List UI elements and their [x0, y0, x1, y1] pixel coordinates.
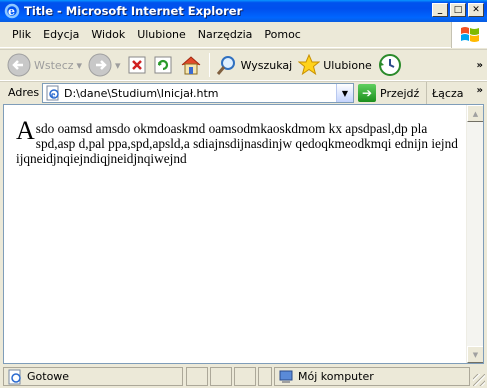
ie-icon: e	[4, 3, 20, 19]
links-toolbar[interactable]: Łącza	[426, 82, 464, 104]
page-content[interactable]: Asdo oamsd amsdo okmdoaskmd oamsodmkaosk…	[3, 104, 484, 364]
close-icon: ✕	[472, 4, 480, 15]
forward-arrow-icon	[88, 53, 112, 77]
go-arrow-icon: ➔	[358, 84, 376, 102]
status-pane-extra	[258, 367, 272, 386]
resize-grip-icon[interactable]	[473, 374, 485, 386]
search-icon	[216, 56, 235, 75]
svg-text:e: e	[8, 5, 15, 18]
refresh-button[interactable]	[150, 51, 176, 79]
status-pane-privacy	[234, 367, 256, 386]
forward-dropdown-icon[interactable]: ▾	[115, 59, 121, 72]
document-body: Asdo oamsd amsdo okmdoaskmd oamsodmkaosk…	[16, 116, 461, 167]
history-icon	[378, 54, 401, 76]
refresh-icon	[154, 56, 172, 74]
menu-help[interactable]: Pomoc	[258, 28, 306, 41]
toolbar-more-icon[interactable]: »	[477, 60, 483, 71]
document-text: sdo oamsd amsdo okmdoaskmd oamsodmkaoskd…	[16, 121, 458, 166]
status-main-pane: Gotowe	[3, 367, 183, 386]
go-button[interactable]: ➔ Przejdź	[358, 82, 419, 104]
back-label: Wstecz	[34, 58, 74, 72]
minimize-icon: _	[437, 4, 443, 15]
back-arrow-icon	[7, 53, 31, 77]
search-label: Wyszukaj	[240, 58, 293, 72]
stop-button[interactable]	[124, 51, 150, 79]
links-more-icon[interactable]: »	[477, 85, 483, 96]
status-zone-pane: Mój komputer	[274, 367, 470, 386]
forward-button[interactable]: ▾	[85, 51, 124, 79]
links-label: Łącza	[432, 86, 464, 100]
close-button[interactable]: ✕	[468, 3, 484, 17]
title-bar[interactable]: e Title - Microsoft Internet Explorer _ …	[0, 0, 487, 22]
menu-bar: Plik Edycja Widok Ulubione Narzędzia Pom…	[0, 22, 487, 48]
window-title: Title - Microsoft Internet Explorer	[24, 4, 243, 18]
maximize-button[interactable]: □	[450, 3, 466, 17]
menu-edit[interactable]: Edycja	[37, 28, 85, 41]
menu-view[interactable]: Widok	[85, 28, 131, 41]
address-dropdown-icon[interactable]: ▼	[336, 84, 353, 102]
standard-toolbar: Wstecz ▾ ▾ Wyszukaj Ulubione »	[0, 49, 487, 81]
dropcap-letter: A	[16, 116, 35, 145]
history-button[interactable]	[375, 51, 405, 79]
minimize-button[interactable]: _	[432, 3, 448, 17]
favorites-label: Ulubione	[323, 58, 372, 72]
vertical-scrollbar[interactable]: ▲ ▼	[466, 105, 483, 363]
go-label: Przejdź	[380, 86, 420, 100]
menu-tools[interactable]: Narzędzia	[192, 28, 259, 41]
status-pane-progress	[186, 367, 208, 386]
status-text: Gotowe	[27, 370, 70, 383]
home-button[interactable]	[176, 51, 206, 79]
scroll-down-button[interactable]: ▼	[467, 346, 483, 363]
zone-text: Mój komputer	[298, 370, 374, 383]
menu-file[interactable]: Plik	[0, 28, 37, 41]
status-bar: Gotowe Mój komputer	[0, 365, 487, 388]
my-computer-icon	[279, 370, 293, 383]
maximize-icon: □	[453, 4, 463, 15]
svg-text:e: e	[51, 90, 56, 99]
favorites-star-icon	[298, 54, 321, 76]
back-button[interactable]: Wstecz ▾	[4, 51, 85, 79]
stop-icon	[128, 56, 146, 74]
address-bar: Adres e D:\dane\Studium\Inicjał.htm ▼ ➔ …	[0, 81, 487, 104]
windows-logo-icon	[451, 22, 487, 48]
scroll-up-button[interactable]: ▲	[467, 105, 483, 122]
status-page-icon	[8, 369, 21, 384]
toolbar-separator	[208, 53, 210, 77]
page-icon: e	[46, 85, 59, 101]
status-pane-lock	[210, 367, 232, 386]
search-button[interactable]: Wyszukaj	[213, 51, 296, 79]
home-icon	[181, 56, 200, 75]
favorites-button[interactable]: Ulubione	[295, 51, 375, 79]
scroll-up-arrow-icon: ▲	[472, 109, 479, 118]
back-dropdown-icon[interactable]: ▾	[77, 59, 83, 72]
address-label: Adres	[8, 86, 40, 99]
address-value: D:\dane\Studium\Inicjał.htm	[64, 86, 219, 100]
scroll-down-arrow-icon: ▼	[472, 350, 479, 359]
menu-favorites[interactable]: Ulubione	[131, 28, 192, 41]
address-input[interactable]: e D:\dane\Studium\Inicjał.htm ▼	[42, 83, 354, 103]
